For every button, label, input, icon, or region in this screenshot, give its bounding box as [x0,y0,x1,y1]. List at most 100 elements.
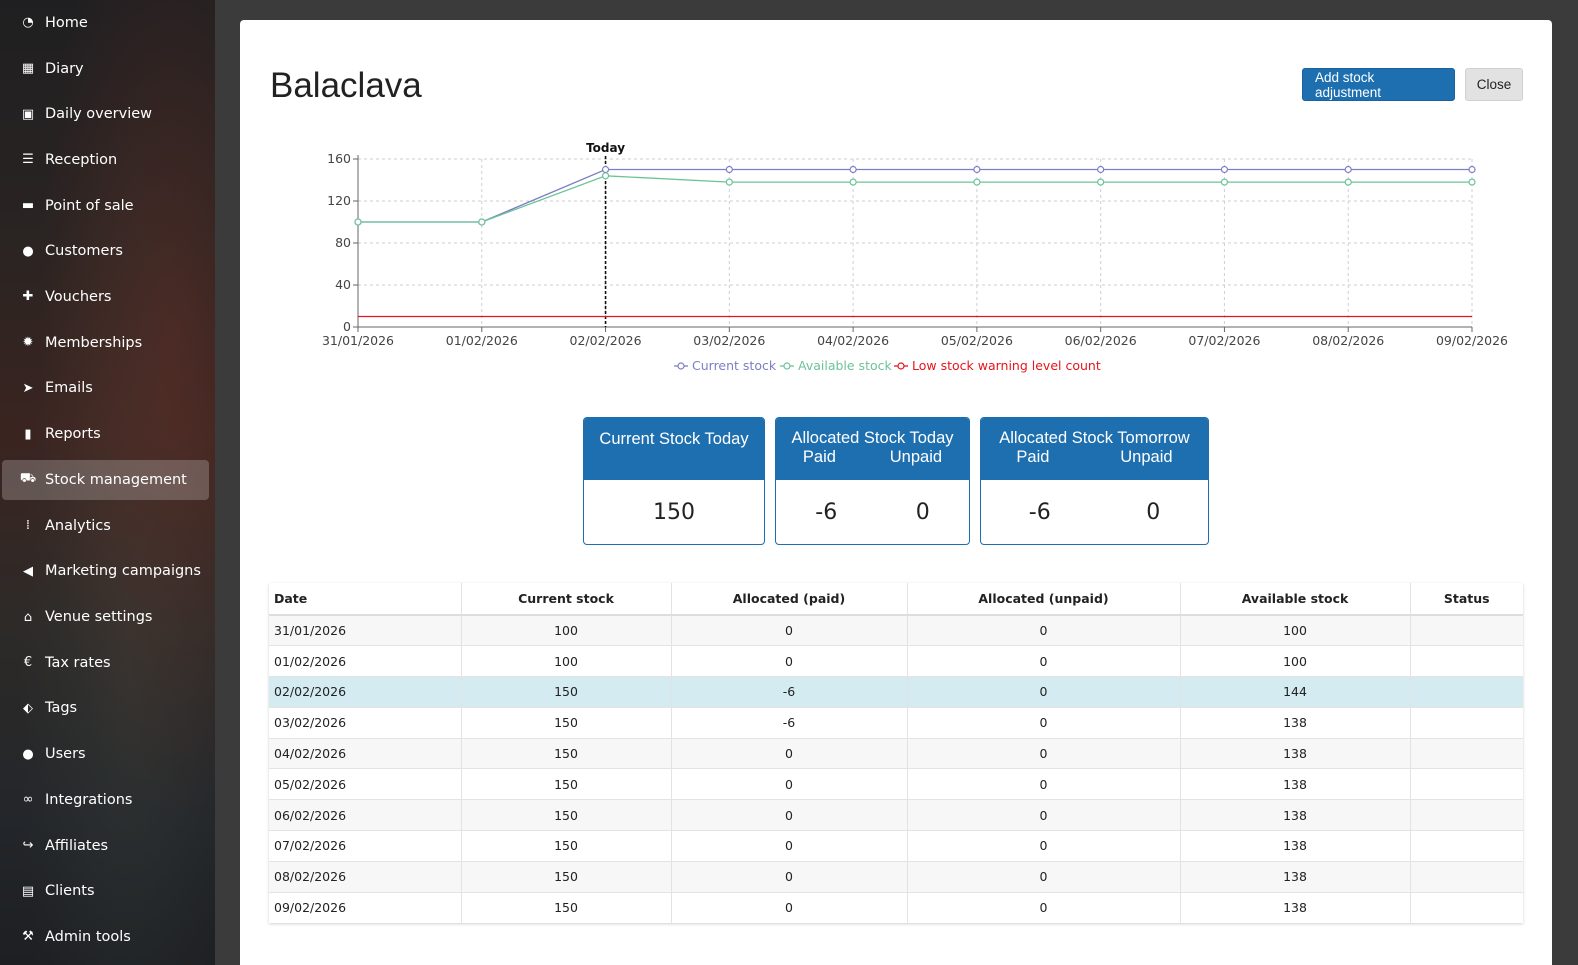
home-icon: ⌂ [23,609,33,625]
table-row[interactable]: 08/02/2026 150 0 0 138 [269,860,1523,893]
table-cell: 0 [671,830,908,862]
user-icon: ● [22,243,34,259]
y-tick-label: 160 [327,151,351,166]
sidebar-item-memberships[interactable]: ✹ Memberships [2,320,209,366]
sidebar-item-stock-management[interactable]: ⛟ Stock management [2,459,209,500]
sidebar-item-tax-rates[interactable]: € Tax rates [2,640,209,686]
data-point [1097,165,1105,174]
x-tick-label: 02/02/2026 [570,333,642,348]
sidebar-item-label: Tags [45,700,78,717]
sidebar-item-reception[interactable]: ☰ Reception [2,137,209,183]
reception-icon: ☰ [22,152,34,168]
wrench-icon: ⚒ [22,929,34,945]
today-label: Today [586,141,625,155]
table-cell: 100 [1180,645,1411,677]
table-cell [1410,737,1523,769]
table-cell: 02/02/2026 [269,676,462,708]
allocated-today-unpaid-value: 0 [915,499,930,525]
table-row[interactable]: 02/02/2026 150 -6 0 144 [269,676,1523,708]
sidebar-item-venue-settings[interactable]: ⌂ Venue settings [2,594,209,640]
sidebar-item-label: Admin tools [45,928,131,945]
table-cell: 06/02/2026 [269,799,462,831]
table-row[interactable]: 04/02/2026 150 0 0 138 [269,737,1523,769]
euro-icon: € [23,655,33,671]
sidebar-item-label: Home [45,14,88,31]
sidebar-item-tags[interactable]: ⬖ Tags [2,686,209,732]
sidebar-item-label: Diary [45,60,84,77]
data-point [1097,178,1105,186]
sidebar-item-users[interactable]: ● Users [2,731,209,777]
table-cell: 0 [907,645,1181,677]
table-row[interactable]: 03/02/2026 150 -6 0 138 [269,706,1523,739]
add-stock-adjustment-button[interactable]: Add stock adjustment [1302,68,1455,101]
table-cell: 100 [461,614,672,646]
y-tick-label: 0 [343,319,351,334]
sidebar-item-admin-tools[interactable]: ⚒ Admin tools [2,914,209,960]
sidebar-item-diary[interactable]: ▦ Diary [2,46,209,92]
sidebar-item-label: Point of sale [45,197,134,214]
table-cell: 0 [671,645,908,677]
column-header[interactable]: Date [269,583,462,616]
column-header[interactable]: Status [1410,583,1523,616]
x-tick-label: 31/01/2026 [322,333,394,348]
table-cell: 0 [671,891,908,923]
table-row[interactable]: 07/02/2026 150 0 0 138 [269,830,1523,862]
badge-icon: ✹ [22,335,34,351]
data-point [478,218,486,226]
analytics-icon: ⁞ [25,518,31,534]
column-header[interactable]: Allocated (paid) [671,583,908,616]
credit-card-icon: ▬ [21,198,35,214]
column-header[interactable]: Current stock [461,583,672,616]
table-cell [1410,768,1523,800]
sidebar-item-clients[interactable]: ▤ Clients [2,868,209,914]
sidebar-item-customers[interactable]: ● Customers [2,228,209,274]
overview-icon: ▣ [21,106,35,122]
table-cell: 138 [1180,891,1411,923]
data-point [1468,165,1476,174]
current-stock-card-header: Current Stock Today [584,418,764,480]
allocated-tomorrow-card-header: Allocated Stock Tomorrow Paid Unpaid [981,418,1208,480]
table-row[interactable]: 09/02/2026 150 0 0 138 [269,891,1523,923]
table-cell: 150 [461,676,672,708]
table-cell: 138 [1180,830,1411,862]
data-point [1468,178,1476,186]
table-cell: 0 [671,799,908,831]
column-header[interactable]: Allocated (unpaid) [907,583,1181,616]
table-cell: -6 [671,676,908,708]
y-tick-label: 80 [335,235,351,250]
close-button[interactable]: Close [1465,68,1523,101]
x-tick-label: 03/02/2026 [693,333,765,348]
sidebar-item-point-of-sale[interactable]: ▬ Point of sale [2,183,209,229]
sidebar-item-reports[interactable]: ▮ Reports [2,411,209,457]
column-header[interactable]: Available stock [1180,583,1411,616]
y-tick-label: 120 [327,193,351,208]
sidebar-item-affiliates[interactable]: ↪ Affiliates [2,823,209,869]
table-row[interactable]: 01/02/2026 100 0 0 100 [269,645,1523,677]
sidebar-item-daily-overview[interactable]: ▣ Daily overview [2,91,209,137]
sidebar-item-marketing-campaigns[interactable]: ◀ Marketing campaigns [2,549,209,595]
table-row[interactable]: 31/01/2026 100 0 0 100 [269,614,1523,646]
data-point [973,178,981,186]
table-row[interactable]: 05/02/2026 150 0 0 138 [269,768,1523,800]
sidebar-item-emails[interactable]: ➤ Emails [2,366,209,412]
sidebar-item-label: Marketing campaigns [45,563,201,580]
table-cell: 100 [1180,614,1411,646]
table-cell: 0 [907,737,1181,769]
sidebar-item-analytics[interactable]: ⁞ Analytics [2,503,209,549]
table-cell: 150 [461,860,672,893]
sidebar-item-home[interactable]: ◔ Home [2,0,209,46]
stock-modal: Balaclava Add stock adjustment Close 0 40… [240,20,1552,965]
table-cell [1410,830,1523,862]
x-tick-label: 04/02/2026 [817,333,889,348]
sidebar-item-vouchers[interactable]: ✚ Vouchers [2,274,209,320]
table-cell: 03/02/2026 [269,706,462,739]
table-cell: 150 [461,891,672,923]
table-cell: 0 [907,676,1181,708]
table-cell: 0 [907,830,1181,862]
table-row[interactable]: 06/02/2026 150 0 0 138 [269,799,1523,831]
table-body: 31/01/2026 100 0 0 100 01/02/2026 100 0 0 100 02/0… [269,614,1523,923]
table-cell: 04/02/2026 [269,737,462,769]
sidebar-item-integrations[interactable]: ∞ Integrations [2,777,209,823]
stock-table: Date Current stock Allocated (paid) Allocat… [269,583,1523,923]
allocated-today-card: Allocated Stock Today Paid Unpaid -6 0 [775,417,970,545]
